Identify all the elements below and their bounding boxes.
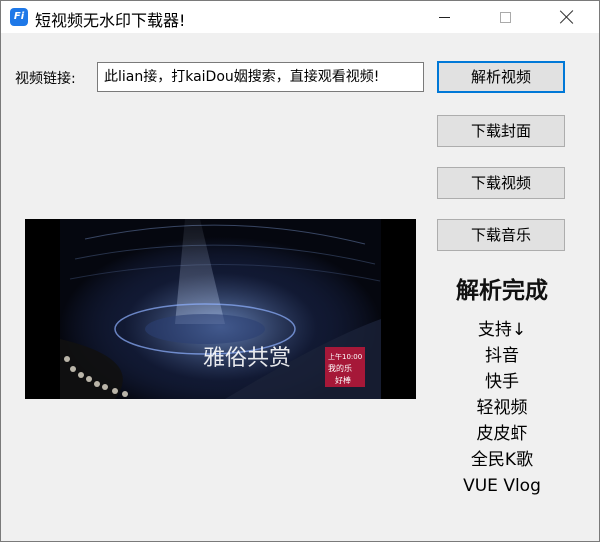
url-label: 视频链接: (15, 71, 76, 87)
download-music-button[interactable]: 下载音乐 (437, 219, 565, 251)
title-bar[interactable]: Fi 短视频无水印下载器! (1, 1, 599, 33)
maximize-icon (499, 11, 511, 23)
preview-badge-mid: 我的乐 (328, 363, 352, 373)
platform-item: VUE Vlog (463, 476, 541, 496)
download-cover-button[interactable]: 下载封面 (437, 115, 565, 147)
preview-badge-top: 上午10:00 (328, 352, 362, 361)
close-button[interactable] (544, 1, 590, 33)
supported-heading: 支持↓ (477, 320, 527, 340)
platform-item: 轻视频 (476, 398, 528, 418)
parse-video-button[interactable]: 解析视频 (437, 61, 565, 93)
preview-caption: 雅俗共赏 (203, 346, 291, 371)
minimize-icon (438, 16, 450, 18)
app-window: Fi 短视频无水印下载器! 视频链接: 此lian接，打kaiDou姻搜索，直接… (0, 0, 600, 542)
video-cover-preview: 雅俗共赏 上午10:00 我的乐 好棒 (25, 219, 416, 399)
supported-platforms-list: 支持↓ 抖音 快手 轻视频 皮皮虾 全民K歌 VUE Vlog (437, 317, 567, 499)
maximize-button[interactable] (482, 1, 528, 33)
preview-badge-bottom: 好棒 (335, 375, 351, 385)
minimize-button[interactable] (421, 1, 467, 33)
platform-item: 全民K歌 (470, 450, 534, 470)
preview-image: 雅俗共赏 上午10:00 我的乐 好棒 (25, 219, 416, 399)
platform-item: 抖音 (485, 346, 519, 366)
window-title: 短视频无水印下载器! (35, 11, 186, 30)
platform-item: 快手 (485, 372, 519, 392)
app-logo-icon: Fi (10, 8, 28, 26)
download-video-button[interactable]: 下载视频 (437, 167, 565, 199)
parse-status-label: 解析完成 (456, 278, 548, 304)
platform-item: 皮皮虾 (476, 424, 528, 444)
url-input[interactable]: 此lian接，打kaiDou姻搜索，直接观看视频! (97, 62, 424, 92)
close-icon (560, 10, 574, 24)
